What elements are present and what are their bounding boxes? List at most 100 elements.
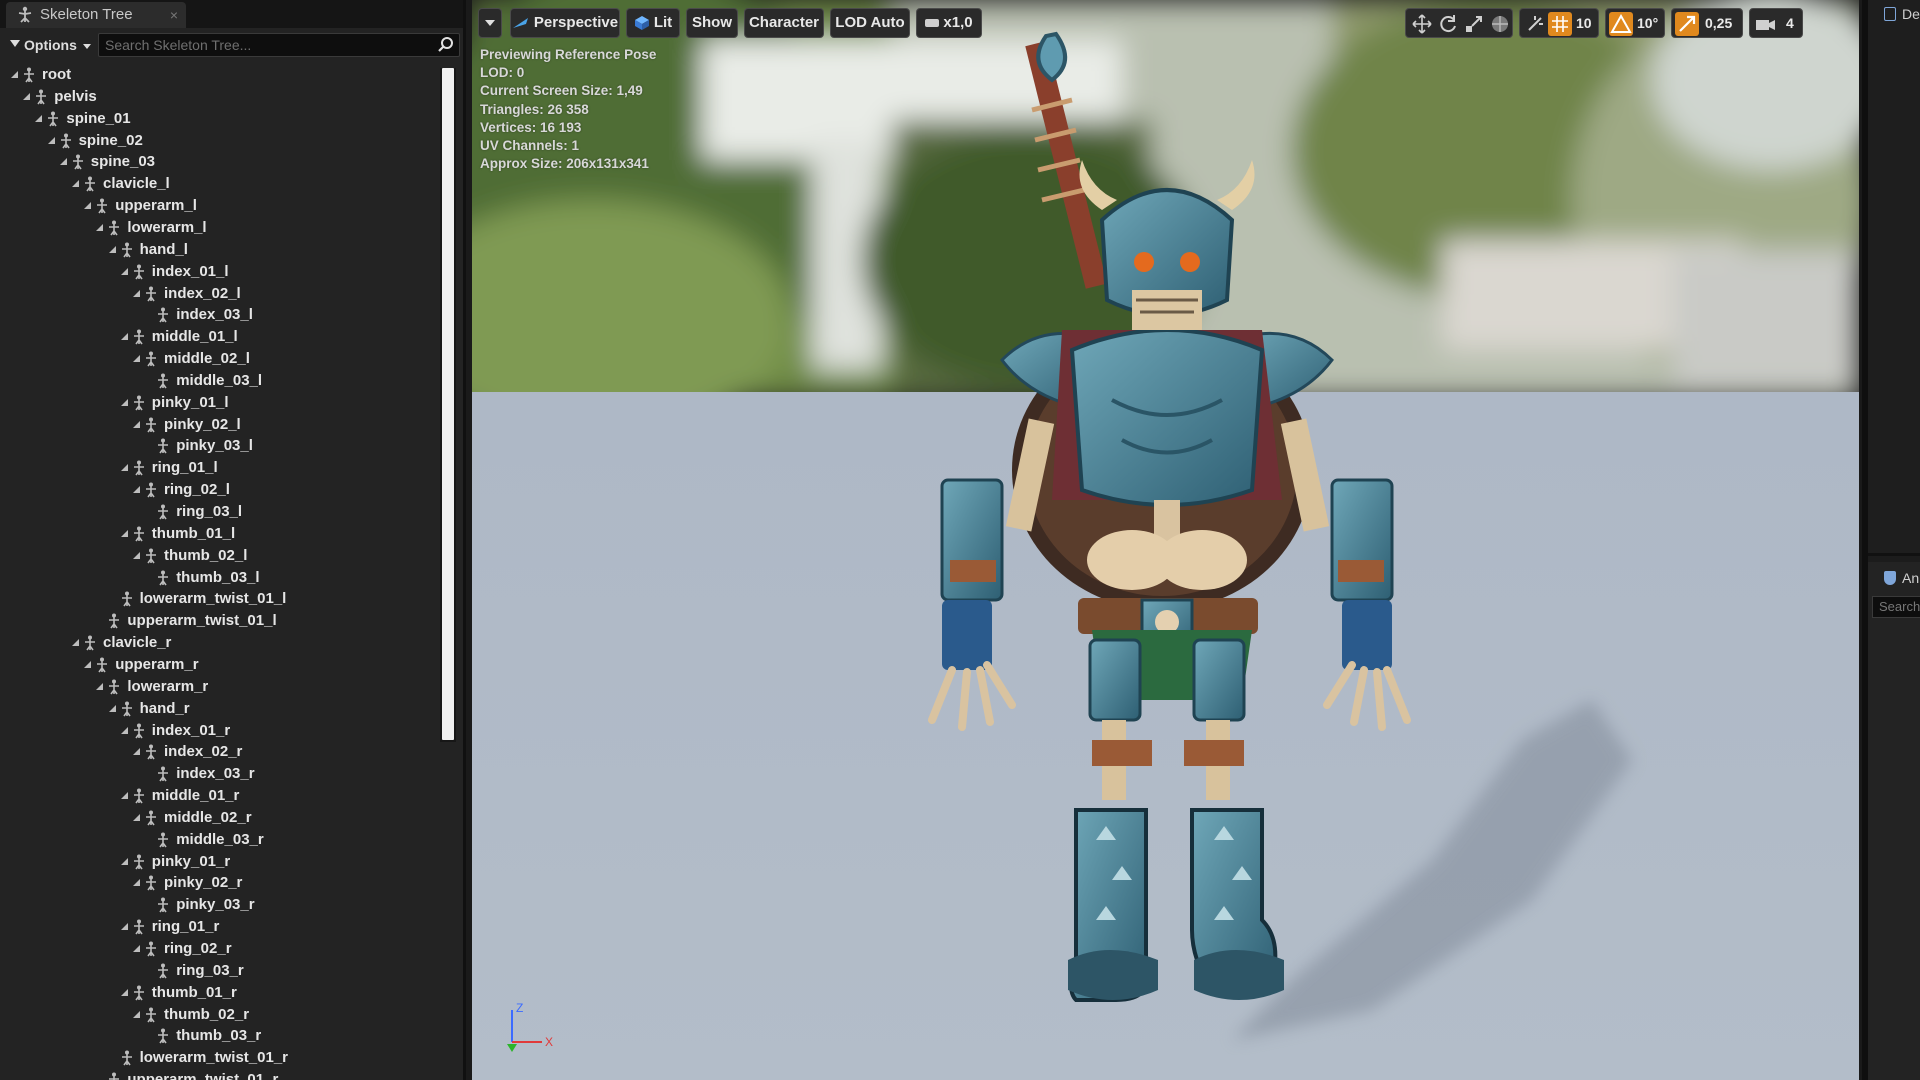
tab-skeleton-tree[interactable]: Skeleton Tree × [6, 2, 186, 28]
camera-speed-value[interactable]: 4 [1786, 9, 1794, 37]
bone-row-hand_r[interactable]: hand_r [108, 698, 190, 720]
bone-row-thumb_03_r[interactable]: thumb_03_r [144, 1025, 261, 1047]
bone-row-thumb_01_l[interactable]: thumb_01_l [120, 523, 235, 545]
scale-icon[interactable] [1462, 12, 1486, 36]
bone-row-root[interactable]: root [10, 64, 71, 86]
bone-row-middle_03_r[interactable]: middle_03_r [144, 829, 264, 851]
bone-row-pinky_03_l[interactable]: pinky_03_l [144, 435, 253, 457]
expand-arrow-icon[interactable] [47, 136, 57, 146]
viewport[interactable]: Perspective Lit Show Character LOD Auto … [472, 0, 1859, 1080]
expand-arrow-icon[interactable] [83, 660, 93, 670]
bone-row-hand_l[interactable]: hand_l [108, 239, 188, 261]
bone-row-spine_02[interactable]: spine_02 [47, 130, 143, 152]
bone-row-thumb_02_r[interactable]: thumb_02_r [132, 1004, 249, 1026]
bone-row-middle_02_r[interactable]: middle_02_r [132, 807, 252, 829]
bone-row-lowerarm_r[interactable]: lowerarm_r [95, 676, 208, 698]
bone-row-middle_02_l[interactable]: middle_02_l [132, 348, 250, 370]
expand-arrow-icon[interactable] [71, 179, 81, 189]
playback-speed-button[interactable]: x1,0 [916, 8, 982, 38]
expand-arrow-icon[interactable] [22, 92, 32, 102]
expand-arrow-icon[interactable] [120, 857, 130, 867]
expand-arrow-icon[interactable] [120, 922, 130, 932]
expand-arrow-icon[interactable] [132, 813, 142, 823]
translate-icon[interactable] [1410, 12, 1434, 36]
expand-arrow-icon[interactable] [120, 529, 130, 539]
close-icon[interactable]: × [170, 2, 178, 28]
expand-arrow-icon[interactable] [95, 223, 105, 233]
expand-arrow-icon[interactable] [120, 398, 130, 408]
expand-arrow-icon[interactable] [132, 1010, 142, 1020]
expand-arrow-icon[interactable] [132, 354, 142, 364]
expand-arrow-icon[interactable] [108, 245, 118, 255]
tab-details[interactable]: De [1882, 2, 1920, 26]
scale-snap-icon[interactable] [1675, 12, 1699, 36]
rotation-snap-value[interactable]: 10° [1637, 9, 1658, 37]
expand-arrow-icon[interactable] [120, 988, 130, 998]
expand-arrow-icon[interactable] [132, 944, 142, 954]
bone-row-index_03_l[interactable]: index_03_l [144, 304, 253, 326]
scale-snap-value[interactable]: 0,25 [1705, 9, 1732, 37]
bone-row-thumb_03_l[interactable]: thumb_03_l [144, 567, 260, 589]
expand-arrow-icon[interactable] [108, 704, 118, 714]
bone-row-upperarm_twist_01_r[interactable]: upperarm_twist_01_r [95, 1069, 278, 1080]
right-search-input[interactable]: Search [1872, 596, 1920, 618]
expand-arrow-icon[interactable] [120, 267, 130, 277]
bone-row-pinky_03_r[interactable]: pinky_03_r [144, 894, 255, 916]
expand-arrow-icon[interactable] [10, 70, 20, 80]
bone-row-spine_03[interactable]: spine_03 [59, 151, 155, 173]
bone-row-upperarm_l[interactable]: upperarm_l [83, 195, 197, 217]
perspective-button[interactable]: Perspective [510, 8, 620, 38]
bone-row-upperarm_r[interactable]: upperarm_r [83, 654, 199, 676]
expand-arrow-icon[interactable] [34, 114, 44, 124]
bone-row-lowerarm_twist_01_r[interactable]: lowerarm_twist_01_r [108, 1047, 288, 1069]
bone-row-index_01_l[interactable]: index_01_l [120, 261, 229, 283]
expand-arrow-icon[interactable] [132, 551, 142, 561]
bone-row-lowerarm_twist_01_l[interactable]: lowerarm_twist_01_l [108, 588, 286, 610]
bone-row-ring_02_l[interactable]: ring_02_l [132, 479, 230, 501]
bone-row-pinky_02_l[interactable]: pinky_02_l [132, 414, 241, 436]
bone-row-index_03_r[interactable]: index_03_r [144, 763, 255, 785]
bone-row-index_02_r[interactable]: index_02_r [132, 741, 242, 763]
bone-row-pinky_01_l[interactable]: pinky_01_l [120, 392, 229, 414]
bone-row-spine_01[interactable]: spine_01 [34, 108, 131, 130]
scrollbar-thumb[interactable] [442, 68, 454, 740]
bone-row-middle_01_r[interactable]: middle_01_r [120, 785, 239, 807]
expand-arrow-icon[interactable] [132, 485, 142, 495]
character-button[interactable]: Character [744, 8, 824, 38]
bone-row-pinky_02_r[interactable]: pinky_02_r [132, 872, 242, 894]
bone-row-ring_03_r[interactable]: ring_03_r [144, 960, 244, 982]
rotate-icon[interactable] [1436, 12, 1460, 36]
search-input[interactable] [105, 34, 425, 56]
lit-button[interactable]: Lit [626, 8, 680, 38]
expand-arrow-icon[interactable] [120, 726, 130, 736]
expand-arrow-icon[interactable] [132, 289, 142, 299]
expand-arrow-icon[interactable] [132, 420, 142, 430]
bone-row-middle_03_l[interactable]: middle_03_l [144, 370, 262, 392]
tab-anim[interactable]: An [1882, 566, 1919, 590]
bone-row-pinky_01_r[interactable]: pinky_01_r [120, 851, 230, 873]
grid-snap-icon[interactable] [1548, 12, 1572, 36]
expand-arrow-icon[interactable] [71, 638, 81, 648]
bone-row-middle_01_l[interactable]: middle_01_l [120, 326, 238, 348]
bone-row-index_01_r[interactable]: index_01_r [120, 720, 230, 742]
bone-row-lowerarm_l[interactable]: lowerarm_l [95, 217, 207, 239]
world-local-icon[interactable] [1488, 12, 1512, 36]
expand-arrow-icon[interactable] [83, 201, 93, 211]
expand-arrow-icon[interactable] [59, 157, 69, 167]
bone-row-clavicle_l[interactable]: clavicle_l [71, 173, 170, 195]
bone-row-ring_02_r[interactable]: ring_02_r [132, 938, 232, 960]
bone-row-pelvis[interactable]: pelvis [22, 86, 97, 108]
lod-button[interactable]: LOD Auto [830, 8, 910, 38]
expand-arrow-icon[interactable] [95, 682, 105, 692]
show-button[interactable]: Show [686, 8, 738, 38]
bone-row-thumb_01_r[interactable]: thumb_01_r [120, 982, 237, 1004]
expand-arrow-icon[interactable] [120, 791, 130, 801]
expand-arrow-icon[interactable] [132, 747, 142, 757]
rotation-snap-icon[interactable] [1609, 12, 1633, 36]
bone-row-ring_01_l[interactable]: ring_01_l [120, 457, 218, 479]
bone-row-ring_01_r[interactable]: ring_01_r [120, 916, 219, 938]
options-button[interactable]: Options [8, 34, 91, 56]
expand-arrow-icon[interactable] [132, 878, 142, 888]
expand-arrow-icon[interactable] [120, 332, 130, 342]
bone-row-clavicle_r[interactable]: clavicle_r [71, 632, 171, 654]
